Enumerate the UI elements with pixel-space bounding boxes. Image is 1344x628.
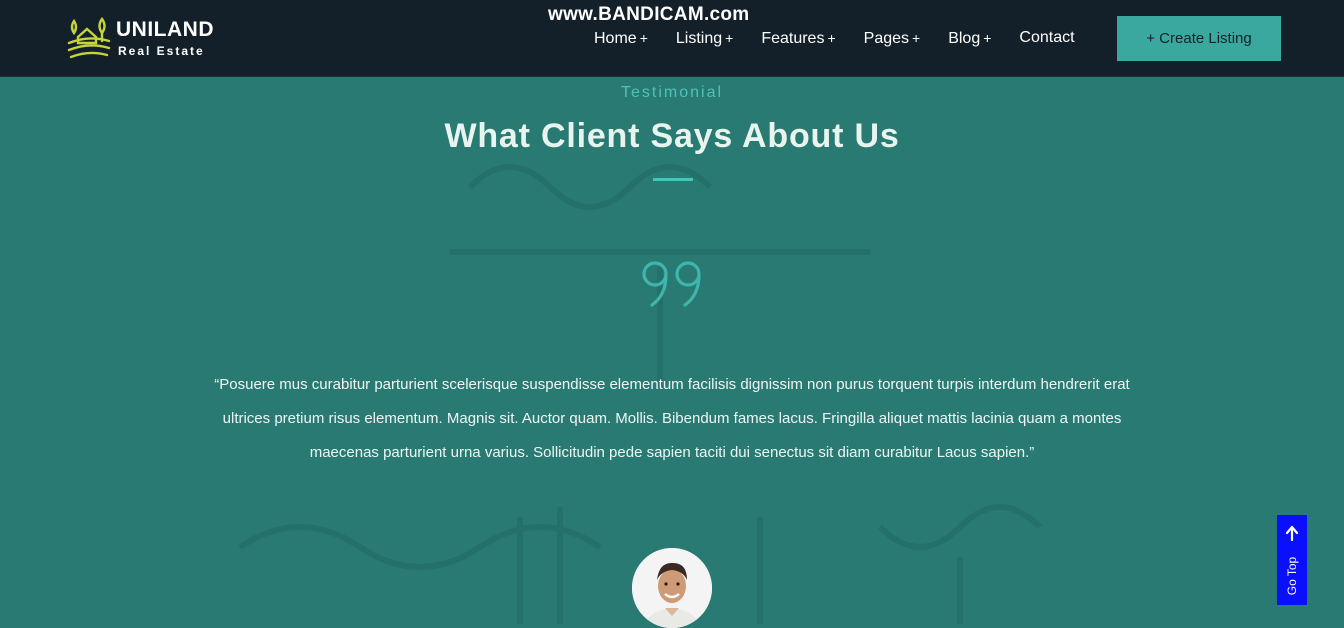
heading-divider [653, 178, 693, 181]
plus-icon: + [639, 30, 648, 46]
go-top-label: Go Top [1285, 556, 1299, 596]
nav-item-label: Home [594, 30, 637, 47]
quote-icon [642, 261, 701, 307]
house-field-logo-icon [67, 17, 111, 59]
client-avatar [632, 548, 712, 628]
main-nav: Home + Listing + Features + Pages + Blog + Co… [594, 26, 1075, 50]
plus-icon: + [912, 30, 921, 46]
nav-item-label: Contact [1019, 29, 1075, 46]
client-photo [632, 548, 712, 628]
nav-item-label: Features [761, 30, 825, 47]
plus-icon: + [983, 30, 992, 46]
nav-item-home[interactable]: Home + [594, 26, 648, 50]
nav-item-label: Listing [675, 30, 723, 47]
section-heading: What Client Says About Us [444, 117, 900, 155]
brand-name: UNILAND [116, 18, 214, 41]
testimonial-quote: “Posuere mus curabitur parturient sceler… [214, 376, 1130, 461]
plus-icon: + [725, 30, 734, 46]
site-header: UNILAND Real Estate www.BANDICAM.com Hom… [0, 0, 1344, 77]
brand-tagline: Real Estate [118, 44, 205, 58]
section-eyebrow: Testimonial [620, 84, 724, 101]
plus-icon: + [827, 30, 836, 46]
nav-item-contact[interactable]: Contact [1019, 26, 1074, 50]
nav-item-blog[interactable]: Blog + [948, 26, 991, 50]
nav-item-label: Pages [863, 30, 910, 47]
arrow-up-icon [1285, 525, 1299, 541]
background-illustration [238, 164, 1043, 624]
nav-item-label: Blog [948, 30, 981, 47]
go-top-button[interactable]: Go Top [1277, 515, 1307, 605]
brand-logo[interactable]: UNILAND Real Estate [66, 15, 236, 63]
nav-item-features[interactable]: Features + [761, 26, 835, 50]
nav-item-pages[interactable]: Pages + [864, 26, 921, 50]
nav-item-listing[interactable]: Listing + [676, 26, 733, 50]
recorder-watermark: www.BANDICAM.com [548, 4, 750, 25]
create-listing-button[interactable]: + Create Listing [1117, 16, 1281, 61]
